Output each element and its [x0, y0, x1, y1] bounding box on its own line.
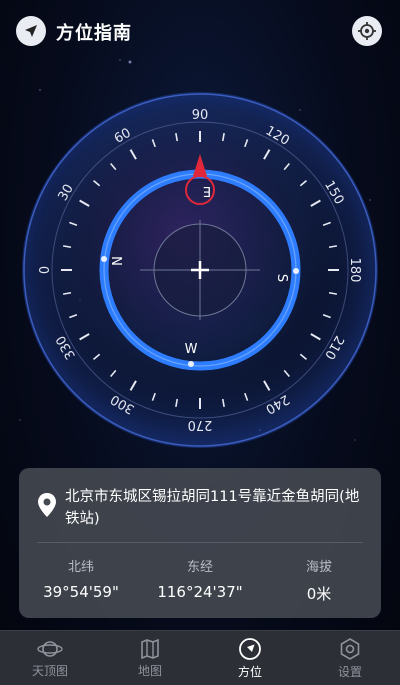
location-card: 北京市东城区锡拉胡同111号靠近金鱼胡同(地铁站) 北纬 39°54'59" 东…	[19, 468, 381, 618]
settings-icon	[340, 637, 360, 660]
tab-direction-label: 方位	[237, 664, 262, 679]
tab-zenith-label: 天顶图	[31, 663, 68, 678]
tab-settings-label: 设置	[337, 664, 362, 679]
ring-dot-east	[293, 268, 299, 274]
altitude-label: 海拔	[305, 560, 332, 575]
tab-zenith[interactable]: 天顶图	[0, 631, 100, 685]
page-title: 方位指南	[56, 23, 132, 44]
degree-label: 0	[38, 266, 53, 274]
tab-direction[interactable]: 方位	[200, 631, 300, 685]
tab-settings[interactable]: 设置	[300, 631, 400, 685]
ring-dot-south	[188, 361, 194, 367]
tab-map-label: 地图	[137, 663, 162, 678]
header: 方位指南	[0, 0, 400, 62]
ring-dot-west	[101, 256, 107, 262]
planet-icon	[37, 640, 63, 657]
degree-label: 270	[188, 417, 213, 432]
compass-nav-icon	[239, 637, 261, 660]
degree-label: 180	[347, 258, 362, 283]
cardinal-west: W	[185, 342, 198, 357]
map-icon	[141, 638, 159, 659]
cardinal-east: E	[203, 183, 211, 198]
degree-label: 90	[192, 108, 209, 123]
longitude-value: 116°24'37"	[157, 583, 243, 601]
cardinal-south: S	[274, 274, 289, 282]
address-text: 北京市东城区锡拉胡同111号靠近金鱼胡同(地铁站)	[65, 489, 360, 527]
locate-button[interactable]	[352, 16, 382, 46]
longitude-block: 东经 116°24'37"	[150, 556, 250, 601]
navigation-arrow-icon	[25, 25, 37, 37]
crosshair-icon	[358, 22, 376, 40]
altitude-block: 海拔 0米	[289, 556, 349, 604]
location-pin-icon	[38, 493, 56, 517]
cardinal-north: N	[111, 256, 126, 266]
tab-map[interactable]: 地图	[100, 631, 200, 685]
bottom-navigation: 天顶图 地图 方位 设置	[0, 630, 400, 685]
longitude-label: 东经	[186, 560, 213, 575]
latitude-label: 北纬	[67, 560, 94, 575]
divider	[37, 542, 363, 543]
compass-dial: 0306090120150180210240270300330 N S W E	[22, 92, 378, 448]
latitude-block: 北纬 39°54'59"	[41, 556, 121, 601]
latitude-value: 39°54'59"	[43, 583, 119, 601]
altitude-value: 0米	[306, 585, 332, 603]
navigation-button[interactable]	[16, 16, 46, 46]
